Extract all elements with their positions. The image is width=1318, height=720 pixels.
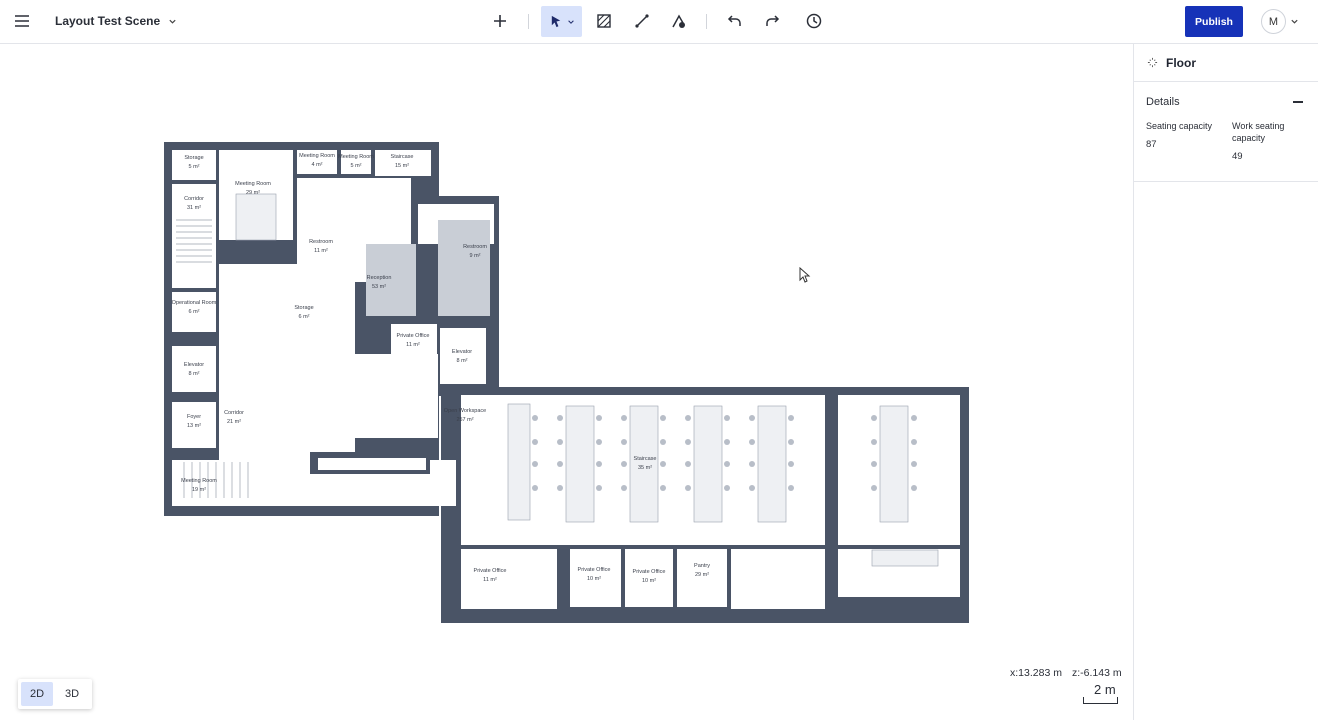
select-cursor-icon <box>551 15 560 28</box>
room-area-label: 11 m² <box>483 577 497 583</box>
scene-title-dropdown[interactable]: Layout Test Scene <box>55 14 177 28</box>
room-name-label: Restroom <box>463 244 487 250</box>
room-name-label: Private Office <box>578 567 611 573</box>
panel-title: Floor <box>1166 55 1196 70</box>
seating-capacity-value: 87 <box>1146 139 1157 150</box>
room-name-label: Storage <box>184 155 203 161</box>
collapse-button[interactable] <box>1293 96 1305 108</box>
chevron-down-icon[interactable] <box>1290 17 1299 26</box>
room-name-label: Private Office <box>633 569 666 575</box>
plus-icon <box>494 15 506 27</box>
publish-button[interactable]: Publish <box>1185 6 1243 37</box>
room-area-label: 10 m² <box>642 578 656 584</box>
redo-icon <box>766 15 780 26</box>
room-name-label: Private Office <box>397 333 430 339</box>
room-name-label: Open Workspace <box>444 408 486 414</box>
room-area-label: 31 m² <box>187 205 201 211</box>
room-area-label: 6 m² <box>189 309 200 315</box>
hatch-area-icon <box>597 14 611 28</box>
view-3d-button[interactable]: 3D <box>56 682 88 706</box>
room-name-label: Operational Room <box>172 300 217 306</box>
line-draw-icon <box>635 14 649 28</box>
panel-header: Floor <box>1134 44 1318 82</box>
room-area-label: 6 m² <box>299 314 310 320</box>
undo-button[interactable] <box>720 6 750 36</box>
scale-label: 2 m <box>1094 682 1116 697</box>
room-area-label: 8 m² <box>457 358 468 364</box>
top-bar: Layout Test Scene Publish M <box>0 0 1318 44</box>
room-name-label: Reception <box>367 275 392 281</box>
room-name-label: Corridor <box>224 410 244 416</box>
chevron-down-icon <box>567 19 574 24</box>
room-area-label: 8 m² <box>189 371 200 377</box>
room-name-label: Storage <box>294 305 313 311</box>
room-area-label: 5 m² <box>189 164 200 170</box>
room-name-label: Elevator <box>452 349 472 355</box>
room-area-label: 29 m² <box>246 190 260 196</box>
room-area-label: 29 m² <box>695 572 709 578</box>
shape-tool-button[interactable] <box>664 6 694 36</box>
room-area-label: 9 m² <box>470 253 481 259</box>
view-mode-toggle: 2D 3D <box>18 679 92 709</box>
room-area-label: 11 m² <box>314 248 328 254</box>
toolbar-divider <box>706 14 707 29</box>
room-name-label: Private Office <box>474 568 507 574</box>
area-tool-button[interactable] <box>589 6 619 36</box>
room-area-label: 13 m² <box>187 423 201 429</box>
room-area-label: 257 m² <box>456 417 473 423</box>
room-name-label: Meeting Room <box>235 181 271 187</box>
room-area-label: 15 m² <box>395 163 409 169</box>
details-title: Details <box>1146 96 1180 108</box>
view-2d-button[interactable]: 2D <box>21 682 53 706</box>
coordinate-z: z:-6.143 m <box>1072 667 1122 679</box>
shape-icon <box>672 14 685 28</box>
room-area-label: 35 m² <box>638 465 652 471</box>
room-interiors <box>172 150 960 609</box>
details-section: Details Seating capacity 87 Work seating… <box>1134 82 1318 182</box>
room-name-label: Staircase <box>391 154 414 160</box>
seating-capacity-label: Seating capacity <box>1146 121 1213 131</box>
room-area-label: 21 m² <box>227 419 241 425</box>
room-name-label: Pantry <box>694 563 710 569</box>
avatar[interactable]: M <box>1261 9 1286 34</box>
room-area-label: 10 m² <box>587 576 601 582</box>
room-name-label: Meeting Room <box>338 154 374 160</box>
room-name-label: Meeting Room <box>181 478 217 484</box>
toolbar-divider <box>528 14 529 29</box>
floor-icon <box>1147 57 1158 68</box>
scale-bar <box>1083 697 1118 704</box>
history-button[interactable] <box>799 6 829 36</box>
room-area-label: 5 m² <box>351 163 362 169</box>
add-button[interactable] <box>485 6 515 36</box>
line-tool-button[interactable] <box>627 6 657 36</box>
properties-panel: Floor Details Seating capacity 87 Work s… <box>1133 44 1318 720</box>
floor-plan[interactable]: Storage 5 m² Meeting Room 29 m² Meeting Room… <box>0 44 1133 720</box>
redo-button[interactable] <box>757 6 787 36</box>
scene-title: Layout Test Scene <box>55 14 161 28</box>
coordinate-x: x:13.283 m <box>1010 667 1062 679</box>
chevron-down-icon <box>169 19 176 24</box>
work-seating-capacity-label: Work seating capacity <box>1232 121 1285 143</box>
select-tool-button[interactable] <box>541 6 582 37</box>
room-area-label: 4 m² <box>312 162 323 168</box>
room-area-label: 19 m² <box>192 487 206 493</box>
history-icon <box>806 13 822 29</box>
room-name-label: Corridor <box>184 196 204 202</box>
room-name-label: Elevator <box>184 362 204 368</box>
menu-icon[interactable] <box>7 6 37 36</box>
work-seating-capacity-value: 49 <box>1232 151 1243 162</box>
undo-icon <box>727 15 741 26</box>
minus-icon <box>1293 101 1303 103</box>
room-name-label: Restroom <box>309 239 333 245</box>
floor-plan-canvas[interactable]: Storage 5 m² Meeting Room 29 m² Meeting Room… <box>0 44 1133 720</box>
room-area-label: 53 m² <box>372 284 386 290</box>
room-area-label: 11 m² <box>406 342 420 348</box>
mouse-cursor-icon <box>799 267 811 283</box>
room-name-label: Foyer <box>187 414 201 420</box>
room-name-label: Meeting Room <box>299 153 335 159</box>
room-name-label: Staircase <box>634 456 657 462</box>
